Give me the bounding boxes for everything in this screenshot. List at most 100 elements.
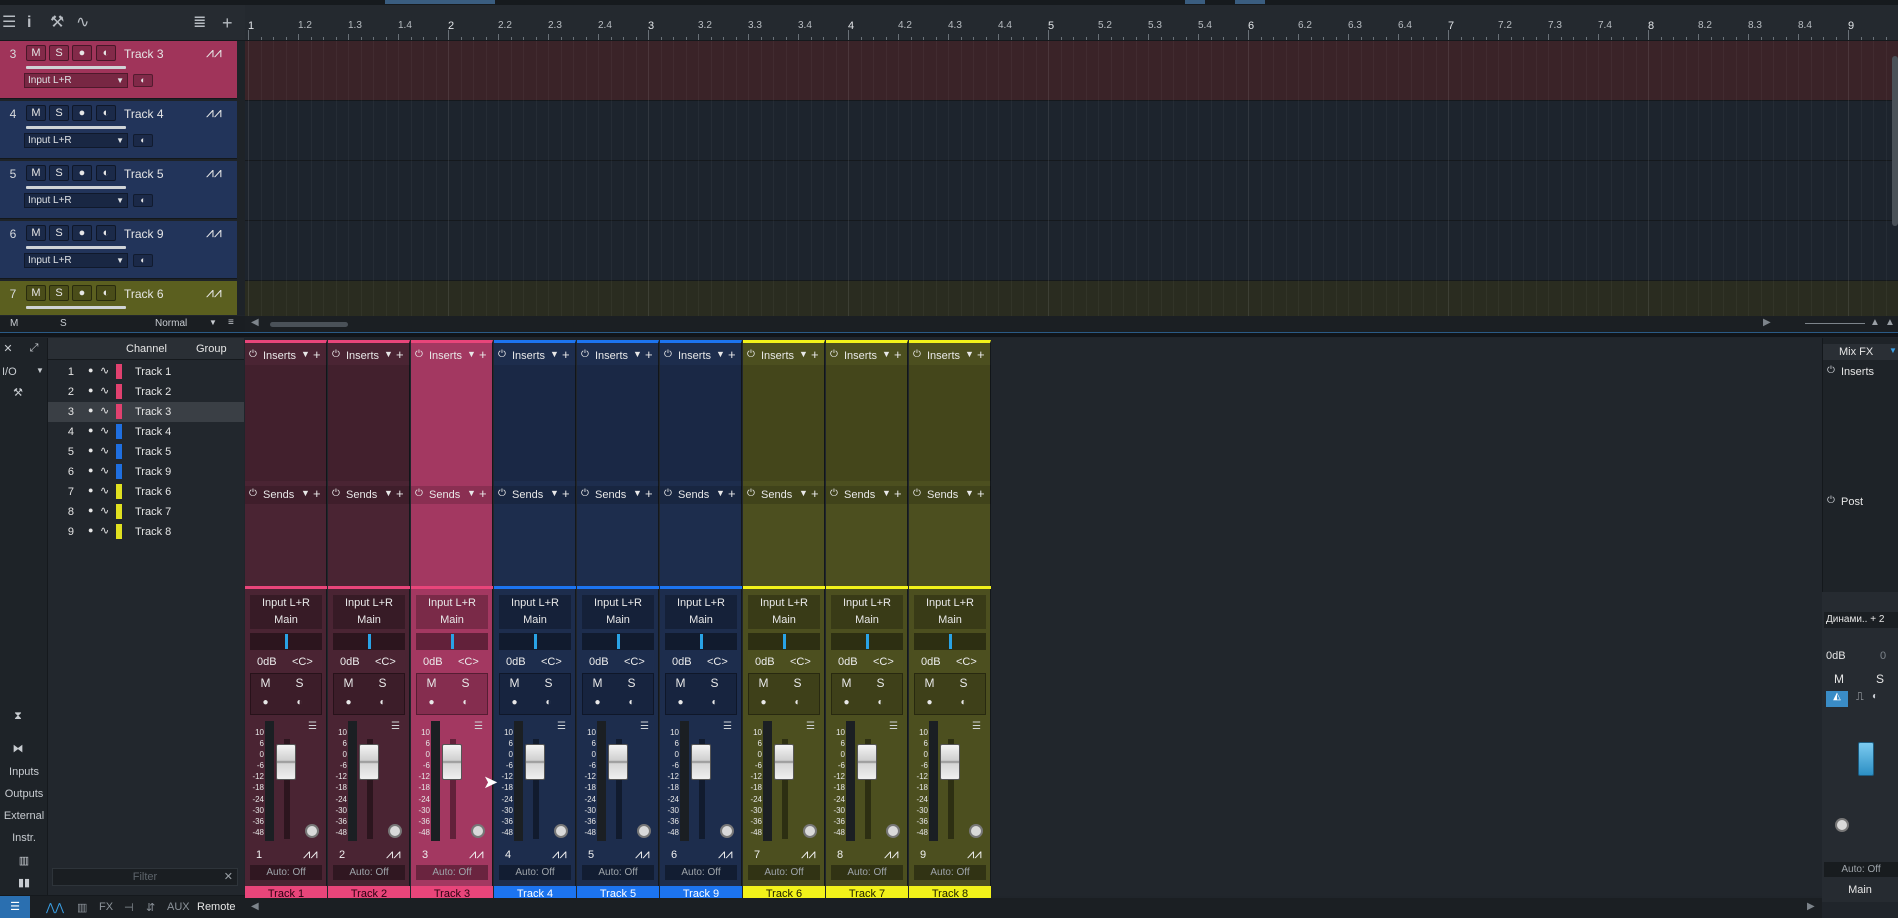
solo-button[interactable]: S bbox=[49, 45, 69, 61]
channel-header[interactable]: Channel bbox=[126, 343, 167, 355]
plus-icon[interactable]: + bbox=[811, 486, 819, 501]
chevron-down-icon[interactable]: ▼ bbox=[301, 349, 310, 359]
pan-slider[interactable] bbox=[499, 633, 571, 650]
pan-slider[interactable] bbox=[748, 633, 820, 650]
volume-fader[interactable] bbox=[940, 744, 960, 780]
waveform-icon[interactable]: ⩘⩘ bbox=[718, 846, 733, 862]
track-volume-slider[interactable] bbox=[26, 66, 126, 69]
chevron-down-icon[interactable]: ▼ bbox=[965, 349, 974, 359]
power-icon[interactable]: ⏻ bbox=[747, 349, 755, 360]
channel-strip[interactable]: ⏻ Inserts ▼ + ⏻ Sends ▼ + Input L+R Main 0dB <C> M S ●… bbox=[328, 340, 410, 902]
channel-color-swatch[interactable] bbox=[116, 444, 122, 459]
chevron-down-icon[interactable]: ▼ bbox=[882, 488, 891, 498]
plus-icon[interactable]: + bbox=[479, 486, 487, 501]
track-input-select[interactable]: Input L+R ▼ bbox=[24, 73, 128, 88]
plus-icon[interactable]: + bbox=[894, 347, 902, 362]
main-automation-mode[interactable]: Auto: Off bbox=[1824, 862, 1898, 877]
sends-area[interactable] bbox=[328, 504, 410, 586]
plus-icon[interactable]: + bbox=[562, 486, 570, 501]
power-icon[interactable]: ⏻ bbox=[498, 488, 506, 499]
channel-name[interactable]: Track 1 bbox=[135, 366, 171, 378]
automation-mode[interactable]: Auto: Off bbox=[333, 865, 405, 880]
waveform-icon[interactable]: ⩘⩘ bbox=[386, 846, 401, 862]
inserts-header[interactable]: ⏻ Inserts ▼ + bbox=[826, 347, 908, 365]
group-header[interactable]: Group bbox=[196, 343, 227, 355]
solo-button[interactable]: S bbox=[701, 674, 728, 692]
channel-name[interactable]: Track 5 bbox=[135, 446, 171, 458]
monitor-icon[interactable]: ◐ bbox=[369, 694, 396, 712]
record-arm-icon[interactable]: ● bbox=[335, 694, 362, 712]
sends-header[interactable]: ⏻ Sends ▼ + bbox=[494, 486, 576, 504]
scroll-right-icon[interactable]: ▶ bbox=[1807, 901, 1815, 912]
track-volume-slider[interactable] bbox=[26, 306, 126, 309]
volume-fader[interactable] bbox=[608, 744, 628, 780]
mute-button[interactable]: M bbox=[584, 674, 611, 692]
record-icon[interactable]: ● bbox=[72, 285, 92, 301]
inserts-area[interactable] bbox=[328, 365, 410, 481]
sends-header[interactable]: ⏻ Sends ▼ + bbox=[577, 486, 659, 504]
inserts-area[interactable] bbox=[411, 365, 493, 481]
horizontal-scrollbar[interactable]: ◀ ▶ ▲ ▲ bbox=[245, 316, 1898, 332]
record-icon[interactable]: ● bbox=[72, 225, 92, 241]
visibility-dot-icon[interactable]: ● bbox=[88, 405, 93, 415]
visibility-dot-icon[interactable]: ● bbox=[88, 525, 93, 535]
channel-strip[interactable]: ⏻ Inserts ▼ + ⏻ Sends ▼ + Input L+R Main 0dB <C> M S ●… bbox=[577, 340, 659, 902]
record-icon[interactable]: ● bbox=[72, 45, 92, 61]
channel-color-swatch[interactable] bbox=[116, 484, 122, 499]
plus-icon[interactable]: + bbox=[313, 347, 321, 362]
input-select[interactable]: Input L+R bbox=[665, 595, 737, 612]
sends-area[interactable] bbox=[411, 504, 493, 586]
record-arm-icon[interactable]: ● bbox=[418, 694, 445, 712]
strip-menu-icon[interactable]: ☰ bbox=[972, 721, 981, 732]
channel-name[interactable]: Track 6 bbox=[135, 486, 171, 498]
strip-menu-icon[interactable]: ☰ bbox=[723, 721, 732, 732]
track-header[interactable]: 3 M S ● ◐ Track 3 ⩘⩘ Input L+R ▼ ◐ bbox=[0, 41, 237, 99]
output-select[interactable]: Main bbox=[416, 612, 488, 629]
pan-knob[interactable] bbox=[388, 824, 402, 838]
banks-icon[interactable]: ▥ bbox=[0, 854, 48, 867]
mute-button[interactable]: M bbox=[252, 674, 279, 692]
automation-mode[interactable]: Auto: Off bbox=[831, 865, 903, 880]
monitor-icon[interactable]: ◐ bbox=[96, 105, 116, 121]
track-volume-slider[interactable] bbox=[26, 126, 126, 129]
list-icon[interactable]: ≡ bbox=[228, 317, 234, 328]
power-icon[interactable]: ⏻ bbox=[913, 349, 921, 360]
main-insert-slot[interactable]: Динами.. + 2 bbox=[1824, 612, 1898, 628]
volume-readout[interactable]: 0dB bbox=[257, 656, 277, 668]
channel-list-row[interactable]: 6 ● ∿ Track 9 bbox=[48, 462, 244, 482]
track-name[interactable]: Track 3 bbox=[124, 47, 164, 61]
mute-button[interactable]: M bbox=[418, 674, 445, 692]
inserts-header[interactable]: ⏻ Inserts ▼ + bbox=[577, 347, 659, 365]
mute-button[interactable]: M bbox=[916, 674, 943, 692]
power-icon[interactable]: ⏻ bbox=[415, 488, 423, 499]
plus-icon[interactable]: + bbox=[728, 486, 736, 501]
pan-readout[interactable]: <C> bbox=[873, 656, 894, 668]
input-select[interactable]: Input L+R bbox=[333, 595, 405, 612]
chevron-down-icon[interactable]: ▼ bbox=[209, 318, 217, 327]
solo-button[interactable]: S bbox=[49, 285, 69, 301]
waveform-icon[interactable]: ⩘⩘ bbox=[206, 284, 222, 301]
console-icon[interactable]: ☰ bbox=[0, 896, 30, 918]
track-header[interactable]: 4 M S ● ◐ Track 4 ⩘⩘ Input L+R ▼ ◐ bbox=[0, 101, 237, 159]
info-icon[interactable]: i bbox=[27, 15, 31, 31]
volume-readout[interactable]: 0dB bbox=[672, 656, 692, 668]
record-arm-icon[interactable]: ● bbox=[833, 694, 860, 712]
waveform-icon[interactable]: ⩘⩘ bbox=[552, 846, 567, 862]
channel-name[interactable]: Track 3 bbox=[135, 406, 171, 418]
pan-knob[interactable] bbox=[803, 824, 817, 838]
track-name[interactable]: Track 9 bbox=[124, 227, 164, 241]
input-select[interactable]: Input L+R bbox=[914, 595, 986, 612]
monitor-icon[interactable]: ◐ bbox=[96, 165, 116, 181]
scroll-left-icon[interactable]: ◀ bbox=[251, 317, 259, 328]
pan-readout[interactable]: <C> bbox=[624, 656, 645, 668]
output-select[interactable]: Main bbox=[914, 612, 986, 629]
sends-header[interactable]: ⏻ Sends ▼ + bbox=[245, 486, 327, 504]
pan-readout[interactable]: <C> bbox=[292, 656, 313, 668]
metronome-icon[interactable]: ◭ bbox=[1826, 691, 1848, 707]
pan-slider[interactable] bbox=[250, 633, 322, 650]
strip-menu-icon[interactable]: ☰ bbox=[474, 721, 483, 732]
waveform-icon[interactable]: ⩘⩘ bbox=[206, 44, 222, 61]
inserts-header[interactable]: ⏻ Inserts ▼ + bbox=[909, 347, 991, 365]
sends-area[interactable] bbox=[245, 504, 327, 586]
scroll-left-icon[interactable]: ◀ bbox=[251, 901, 259, 912]
